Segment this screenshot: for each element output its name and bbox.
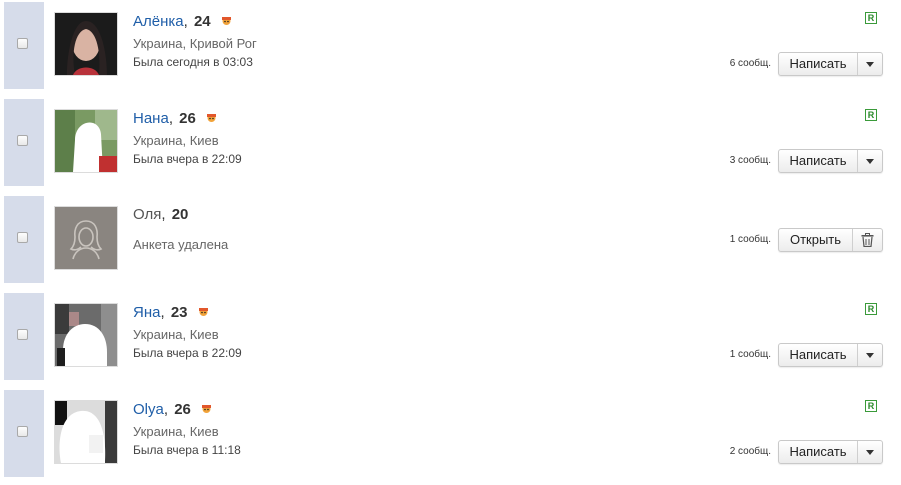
profile-deleted-status: Анкета удалена <box>133 237 229 252</box>
chevron-down-icon <box>866 449 874 455</box>
avatar <box>54 206 118 270</box>
name-line: Нана, 26 <box>133 109 217 127</box>
dropdown-button[interactable] <box>857 150 882 172</box>
age: 23 <box>170 304 188 321</box>
last-seen: Была сегодня в 03:03 <box>133 55 253 69</box>
profile-name-link[interactable]: Olya <box>133 401 164 418</box>
open-button[interactable]: Открыть <box>779 229 852 251</box>
photo-portrait-icon <box>55 13 117 75</box>
location: Украина, Киев <box>133 424 219 439</box>
write-button[interactable]: Написать <box>779 441 857 463</box>
dialog-row[interactable]: Оля, 20 Анкета удалена 1 сообщ. Открыть <box>0 196 901 283</box>
dropdown-button[interactable] <box>857 441 882 463</box>
dialog-row[interactable]: Olya, 26 Украина, Киев Была вчера в 11:1… <box>0 390 901 477</box>
write-button-group: Написать <box>778 343 883 367</box>
write-button-group: Написать <box>778 52 883 76</box>
message-count: 1 сообщ. <box>729 349 771 360</box>
message-count: 3 сообщ. <box>729 155 771 166</box>
write-button[interactable]: Написать <box>779 53 857 75</box>
row-checkbox[interactable] <box>17 38 28 49</box>
photo-redacted-icon <box>55 401 117 463</box>
open-button-group: Открыть <box>778 228 883 252</box>
message-count: 6 сообщ. <box>729 58 771 69</box>
name-line: Алёнка, 24 <box>133 12 232 30</box>
r-badge-icon: R <box>865 12 877 24</box>
write-button[interactable]: Написать <box>779 150 857 172</box>
name-line: Оля, 20 <box>133 206 189 223</box>
online-face-icon <box>221 12 232 29</box>
profile-name-link[interactable]: Яна <box>133 304 160 321</box>
r-badge-icon: R <box>865 400 877 412</box>
chevron-down-icon <box>866 158 874 164</box>
dropdown-button[interactable] <box>857 344 882 366</box>
row-checkbox[interactable] <box>17 329 28 340</box>
write-button[interactable]: Написать <box>779 344 857 366</box>
delete-button[interactable] <box>852 229 882 251</box>
placeholder-woman-icon <box>55 207 117 269</box>
dialog-row[interactable]: Нана, 26 Украина, Киев Была вчера в 22:0… <box>0 99 901 186</box>
profile-name: Оля <box>133 206 162 223</box>
online-face-icon <box>206 109 217 126</box>
write-button-group: Написать <box>778 149 883 173</box>
r-badge-icon: R <box>865 303 877 315</box>
chevron-down-icon <box>866 352 874 358</box>
age: 20 <box>171 206 189 223</box>
chevron-down-icon <box>866 61 874 67</box>
profile-name-link[interactable]: Алёнка <box>133 13 184 30</box>
row-checkbox[interactable] <box>17 232 28 243</box>
r-badge-icon: R <box>865 109 877 121</box>
age: 26 <box>174 401 191 418</box>
avatar[interactable] <box>54 12 118 76</box>
row-checkbox[interactable] <box>17 426 28 437</box>
online-face-icon <box>201 400 212 417</box>
online-face-icon <box>198 303 209 320</box>
location: Украина, Кривой Рог <box>133 36 257 51</box>
location: Украина, Киев <box>133 133 219 148</box>
age: 24 <box>193 13 211 30</box>
last-seen: Была вчера в 22:09 <box>133 152 242 166</box>
dialog-row[interactable]: Яна, 23 Украина, Киев Была вчера в 22:09… <box>0 293 901 380</box>
row-checkbox[interactable] <box>17 135 28 146</box>
age: 26 <box>179 110 196 127</box>
location: Украина, Киев <box>133 327 219 342</box>
message-count: 1 сообщ. <box>729 234 771 245</box>
write-button-group: Написать <box>778 440 883 464</box>
avatar[interactable] <box>54 303 118 367</box>
name-line: Olya, 26 <box>133 400 212 418</box>
last-seen: Была вчера в 11:18 <box>133 443 241 457</box>
photo-redacted-icon <box>55 110 117 172</box>
photo-redacted-icon <box>55 304 117 366</box>
profile-name-link[interactable]: Нана <box>133 110 169 127</box>
dialog-row[interactable]: Алёнка, 24 Украина, Кривой Рог Была сего… <box>0 2 901 89</box>
dropdown-button[interactable] <box>857 53 882 75</box>
avatar[interactable] <box>54 400 118 464</box>
avatar[interactable] <box>54 109 118 173</box>
name-line: Яна, 23 <box>133 303 209 321</box>
last-seen: Была вчера в 22:09 <box>133 346 242 360</box>
message-count: 2 сообщ. <box>729 446 771 457</box>
trash-icon <box>861 233 874 247</box>
